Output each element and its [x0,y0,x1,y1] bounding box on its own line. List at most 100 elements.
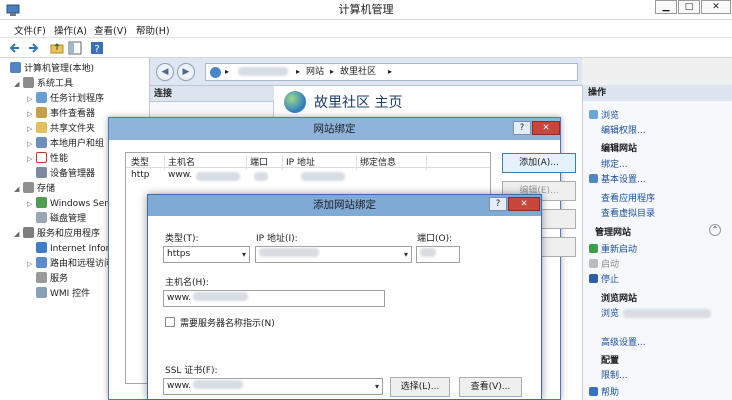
action-stop[interactable]: 停止 [589,272,619,285]
binding-type-cell: http [131,170,150,180]
forward-icon[interactable] [26,41,40,55]
action-restart[interactable]: 重新启动 [589,242,637,255]
stop-icon [589,274,598,283]
action-help[interactable]: 帮助 [589,385,619,398]
site-home-title: 故里社区 主页 [314,95,403,111]
computer-icon [10,62,21,73]
action-bindings[interactable]: 绑定... [601,157,628,170]
add-binding-help-button[interactable]: ? [489,197,507,211]
action-view-applications[interactable]: 查看应用程序 [601,191,655,204]
tree-item-iis-manager[interactable]: Internet Infor [27,242,109,256]
chevron-down-icon: ▾ [241,250,246,259]
connections-header: 连接 [150,86,274,102]
bindings-list-header: 类型 主机名 端口 IP 地址 绑定信息 [126,153,490,170]
add-site-binding-title: 添加网站绑定 [313,199,376,211]
redacted-server-name [238,67,288,76]
close-window-button[interactable]: ✕ [701,0,731,14]
collapse-chevron-icon[interactable]: ⌃ [709,224,721,236]
menu-action[interactable]: 操作(A) [54,23,87,37]
column-port[interactable]: 端口 [250,155,268,168]
up-folder-icon[interactable] [50,41,64,55]
site-bindings-help-button[interactable]: ? [513,121,531,135]
tree-item-device-manager[interactable]: 设备管理器 [27,167,95,181]
settings-icon [589,174,598,183]
tree-item-performance[interactable]: ▷ 性能 [27,152,68,166]
action-browse-site[interactable]: 浏览 [601,306,619,319]
add-binding-button[interactable]: 添加(A)... [502,153,576,173]
redacted-port [254,172,268,181]
view-certificate-button[interactable]: 查看(V)... [459,377,522,397]
backup-icon [36,197,47,208]
tree-item-local-users[interactable]: ▷ 本地用户和组 [27,137,104,151]
menu-help[interactable]: 帮助(H) [136,23,170,37]
type-select[interactable]: https ▾ [163,246,250,263]
ip-address-label: IP 地址(I): [256,234,298,244]
services-apps-icon [23,227,34,238]
menu-view[interactable]: 查看(V) [94,23,127,37]
action-view-virtual-dirs[interactable]: 查看虚拟目录 [601,206,655,219]
action-browse[interactable]: 浏览 [589,108,619,121]
redacted-port-value [420,248,436,257]
tree-item-storage[interactable]: ◢ 存储 [14,182,55,196]
actions-panel: 操作 浏览 编辑权限... 编辑网站 绑定... 基本设置... 查看应用程序 … [582,85,732,400]
minimize-button[interactable]: ▁ [655,0,677,14]
help-icon[interactable]: ? [90,41,104,55]
ssl-certificate-select[interactable]: www. ▾ [163,378,383,395]
configure-header: 配置 [601,356,620,366]
disk-icon [36,212,47,223]
address-segment-sites[interactable]: 网站 [306,64,324,80]
start-icon [589,259,598,268]
storage-icon [23,182,34,193]
action-advanced-settings[interactable]: 高级设置... [601,335,646,348]
edit-site-header: 编辑网站 [601,144,638,154]
select-certificate-button[interactable]: 选择(L)... [390,377,450,397]
iis-back-button[interactable]: ◀ [156,63,174,81]
tree-item-event-viewer[interactable]: ▷ 事件查看器 [27,107,95,121]
tree-item-computer-management[interactable]: 计算机管理(本地) [10,62,94,76]
type-label: 类型(T): [165,234,199,244]
action-basic-settings[interactable]: 基本设置... [589,172,646,185]
column-type[interactable]: 类型 [131,155,149,168]
wmi-icon [36,287,47,298]
tree-item-task-scheduler[interactable]: ▷ 任务计划程序 [27,92,104,106]
tree-item-services[interactable]: 服务 [27,272,68,286]
redacted-url [623,309,711,318]
tree-item-disk-management[interactable]: 磁盘管理 [27,212,86,226]
port-label: 端口(O): [417,234,453,244]
iis-forward-button[interactable]: ▶ [177,63,195,81]
gears-icon [36,272,47,283]
tree-item-windows-server-backup[interactable]: ▷ Windows Ser [27,197,108,211]
tree-item-routing-remote-access[interactable]: ▷ 路由和远程访问 [27,257,113,271]
column-binding-info[interactable]: 绑定信息 [360,155,396,168]
tree-item-wmi-control[interactable]: WMI 控件 [27,287,90,301]
sni-checkbox[interactable] [165,317,175,327]
site-bindings-close-button[interactable]: ✕ [532,121,560,135]
tree-item-shared-folders[interactable]: ▷ 共享文件夹 [27,122,95,136]
site-globe-icon [284,91,306,113]
back-icon[interactable] [8,41,22,55]
action-edit-permissions[interactable]: 编辑权限... [601,123,646,136]
toolbar: ? [0,38,732,58]
table-row[interactable]: http www. [126,170,490,184]
menu-bar: 文件(F) 操作(A) 查看(V) 帮助(H) [0,20,732,38]
action-limits[interactable]: 限制... [601,368,628,381]
menu-file[interactable]: 文件(F) [14,23,46,37]
event-log-icon [36,107,47,118]
tree-item-system-tools[interactable]: ◢ 系统工具 [14,77,73,91]
manage-site-header: 管理网站 [595,228,632,238]
column-ip[interactable]: IP 地址 [286,155,315,168]
maximize-button[interactable]: □ [678,0,700,14]
users-icon [36,137,47,148]
host-name-field[interactable]: www. [163,290,385,307]
port-field[interactable] [416,246,460,263]
ip-address-select[interactable]: ▾ [255,246,412,263]
binding-host-cell: www. [168,170,193,180]
address-path[interactable]: ▸ ▸ 网站 ▸ 故里社区 ▸ [205,63,578,81]
address-segment-site[interactable]: 故里社区 [340,64,376,80]
column-host[interactable]: 主机名 [168,155,195,168]
add-site-binding-dialog: 添加网站绑定 ? ✕ 类型(T): https ▾ IP 地址(I): ▾ 端口(… [147,194,542,400]
add-binding-close-button[interactable]: ✕ [508,197,540,211]
action-start[interactable]: 启动 [589,257,619,270]
tree-item-services-apps[interactable]: ◢ 服务和应用程序 [14,227,100,241]
show-hide-tree-icon[interactable] [68,41,82,55]
